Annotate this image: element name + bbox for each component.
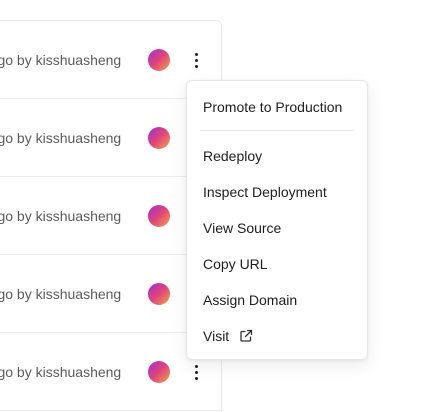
menu-item-copy-url[interactable]: Copy URL (203, 255, 268, 273)
menu-item-visit[interactable]: Visit (203, 327, 253, 345)
menu-item-assign-domain[interactable]: Assign Domain (203, 291, 297, 309)
avatar (148, 361, 170, 383)
external-link-icon (240, 329, 253, 342)
menu-item-visit-label: Visit (203, 328, 230, 344)
deployment-meta: django by kisshuasheng (0, 364, 122, 380)
menu-divider (200, 130, 354, 131)
menu-item-inspect-deployment[interactable]: Inspect Deployment (203, 183, 327, 201)
menu-item-promote-to-production[interactable]: Promote to Production (203, 98, 342, 116)
avatar (148, 127, 170, 149)
avatar (148, 283, 170, 305)
more-options-icon[interactable] (189, 49, 205, 71)
deployment-meta: django by kisshuasheng (0, 286, 122, 302)
menu-item-view-source[interactable]: View Source (203, 219, 281, 237)
menu-item-redeploy[interactable]: Redeploy (203, 147, 262, 165)
deployments-screen: django by kisshuasheng django by kisshua… (0, 0, 448, 412)
deployment-meta: django by kisshuasheng (0, 52, 122, 68)
more-options-icon[interactable] (189, 361, 205, 383)
deployment-meta: django by kisshuasheng (0, 130, 122, 146)
avatar (148, 49, 170, 71)
deployment-context-menu: Promote to Production Redeploy Inspect D… (186, 80, 368, 360)
avatar (148, 205, 170, 227)
deployment-meta: django by kisshuasheng (0, 208, 122, 224)
